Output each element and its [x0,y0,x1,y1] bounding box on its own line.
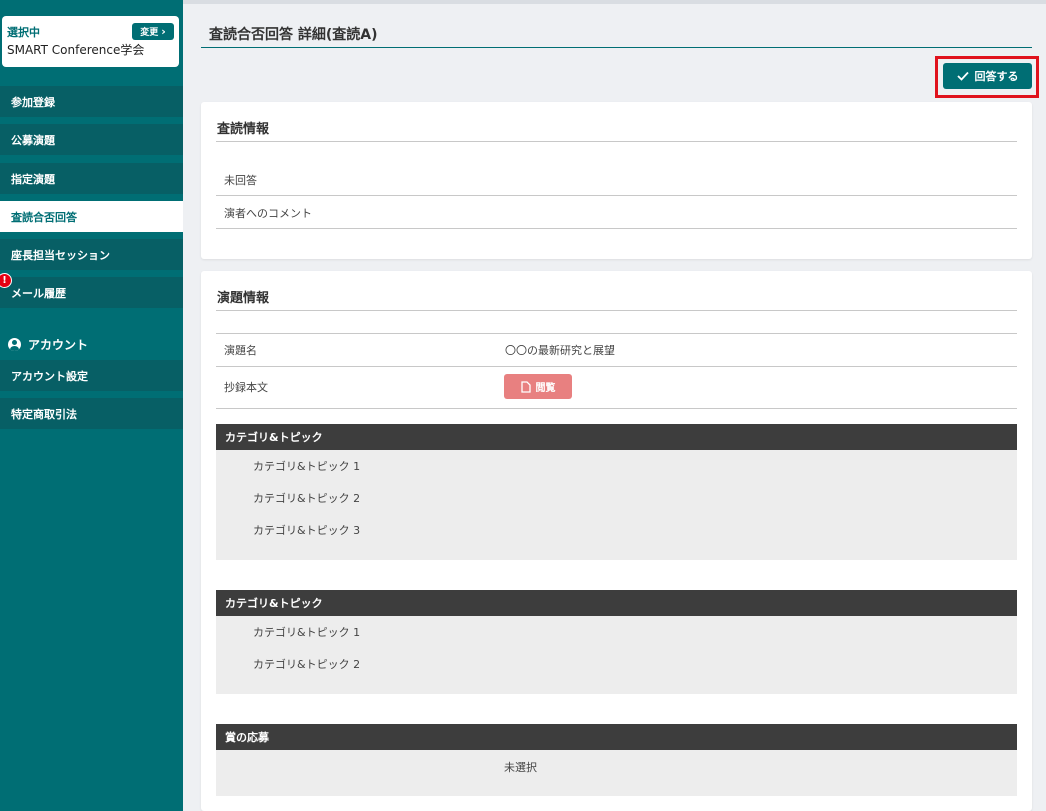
sidebar-item-label: メール履歴 [11,286,66,300]
divider [216,310,1017,311]
top-border [183,0,1046,4]
account-header-label: アカウント [28,338,89,352]
chevron-right-icon: › [161,25,166,38]
change-button-label: 変更 [140,28,159,38]
answer-button[interactable]: 回答する [943,63,1032,89]
abstract-body-label: 抄録本文 [224,381,268,394]
sidebar-item-label: 指定演題 [11,172,55,186]
award-value: 未選択 [504,761,537,774]
sidebar-item-account-settings[interactable]: アカウント設定 [0,360,183,391]
sidebar-item-label: 査読合否回答 [11,210,77,224]
award-application-body: 未選択 [216,750,1017,796]
conference-name: SMART Conference学会 [7,43,145,57]
speaker-comment-label: 演者へのコメント [224,207,312,220]
conference-selector: 選択中 SMART Conference学会 変更 › [2,16,179,67]
selected-label: 選択中 [7,26,40,39]
check-icon [956,71,969,81]
list-item: カテゴリ&トピック 1 [253,626,361,639]
user-icon [8,338,21,351]
list-item: カテゴリ&トピック 1 [253,460,361,473]
title-divider [201,47,1032,48]
review-status: 未回答 [224,174,257,187]
sidebar: 選択中 SMART Conference学会 変更 › 参加登録 公募演題 指定… [0,0,183,811]
answer-button-label: 回答する [974,70,1019,83]
document-icon [520,380,531,393]
divider [216,408,1017,409]
page-title: 査読合否回答 詳細(査読A) [209,27,378,43]
sidebar-item-chair-sessions[interactable]: 座長担当セッション [0,239,183,270]
category-topic-header: カテゴリ&トピック [216,590,1017,616]
list-item: カテゴリ&トピック 2 [253,658,361,671]
change-conference-button[interactable]: 変更 › [132,23,174,40]
divider [216,366,1017,367]
list-item: カテゴリ&トピック 2 [253,492,361,505]
abstract-section-title: 演題情報 [217,291,270,306]
category-topic-list: カテゴリ&トピック 1 カテゴリ&トピック 2 [216,616,1017,694]
view-abstract-button[interactable]: 閲覧 [504,374,572,399]
list-item: カテゴリ&トピック 3 [253,524,361,537]
divider [216,333,1017,334]
abstract-title-value: 〇〇の最新研究と展望 [505,344,615,357]
award-application-header: 賞の応募 [216,724,1017,750]
block-header-label: カテゴリ&トピック [225,431,323,444]
block-header-label: カテゴリ&トピック [225,597,323,610]
sidebar-item-review-response[interactable]: 査読合否回答 [0,201,183,232]
abstract-info-card: 演題情報 演題名 〇〇の最新研究と展望 抄録本文 閲覧 カテゴリ&トピック カテ… [201,271,1032,811]
abstract-title-label: 演題名 [224,344,257,357]
view-button-label: 閲覧 [535,383,556,394]
block-header-label: 賞の応募 [225,731,269,744]
divider [216,141,1017,142]
sidebar-item-label: 特定商取引法 [11,407,77,421]
sidebar-item-label: 参加登録 [11,95,55,109]
category-topic-header: カテゴリ&トピック [216,424,1017,450]
sidebar-item-label: 座長担当セッション [11,248,110,262]
review-section-title: 査読情報 [217,122,270,137]
sidebar-item-public-abstracts[interactable]: 公募演題 [0,124,183,155]
sidebar-item-label: アカウント設定 [11,369,88,383]
review-info-card: 査読情報 未回答 演者へのコメント [201,102,1032,259]
divider [216,228,1017,229]
sidebar-item-commercial-law[interactable]: 特定商取引法 [0,398,183,429]
account-section-header: アカウント [8,336,88,353]
sidebar-item-registration[interactable]: 参加登録 [0,86,183,117]
sidebar-item-designated-abstracts[interactable]: 指定演題 [0,163,183,194]
sidebar-item-label: 公募演題 [11,133,55,147]
divider [216,195,1017,196]
sidebar-item-mail-history[interactable]: ! メール履歴 [0,273,183,308]
category-topic-list: カテゴリ&トピック 1 カテゴリ&トピック 2 カテゴリ&トピック 3 [216,450,1017,560]
